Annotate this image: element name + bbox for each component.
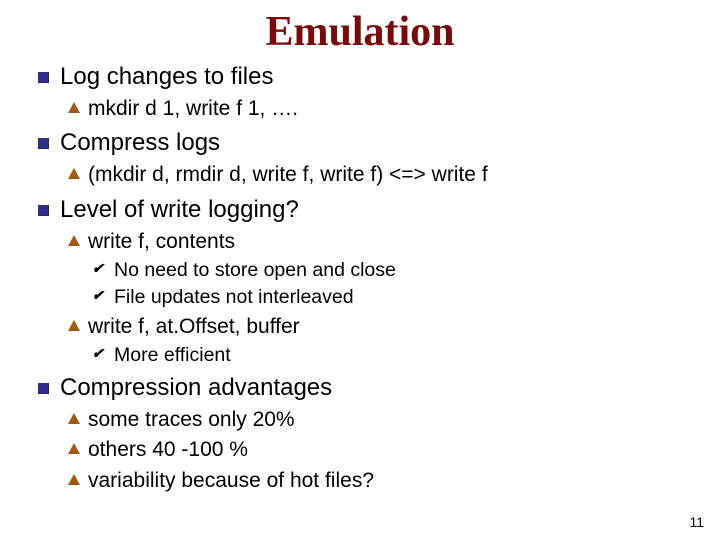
sub-sub-text: File updates not interleaved [114, 286, 354, 308]
sub-sub-list: ✔ More efficient [88, 343, 690, 367]
sub-list: some traces only 20% others 40 -100 % va… [60, 407, 690, 494]
bullet-compression-advantages: Compression advantages some traces only … [30, 373, 690, 494]
page-number: 11 [689, 514, 704, 530]
sub-text: mkdir d 1, write f 1, …. [88, 97, 298, 120]
bullet-compress-logs: Compress logs (mkdir d, rmdir d, write f… [30, 128, 690, 188]
sub-list: mkdir d 1, write f 1, …. [60, 96, 690, 122]
bullet-list: Log changes to files mkdir d 1, write f … [30, 62, 690, 494]
sub-text: variability because of hot files? [88, 469, 374, 492]
sub-bullet: mkdir d 1, write f 1, …. [60, 96, 690, 122]
sub-bullet: others 40 -100 % [60, 437, 690, 463]
chevron-icon: ✔ [92, 260, 104, 278]
bullet-log-changes: Log changes to files mkdir d 1, write f … [30, 62, 690, 122]
sub-sub-list: ✔ No need to store open and close ✔ File… [88, 258, 690, 310]
sub-sub-bullet: ✔ File updates not interleaved [88, 285, 690, 309]
chevron-icon: ✔ [92, 345, 104, 363]
sub-bullet-write-offset: write f, at.Offset, buffer ✔ More effici… [60, 314, 690, 368]
sub-bullet: some traces only 20% [60, 407, 690, 433]
sub-list: (mkdir d, rmdir d, write f, write f) <=>… [60, 162, 690, 188]
sub-sub-text: More efficient [114, 344, 231, 366]
slide: Emulation Log changes to files mkdir d 1… [0, 0, 720, 540]
sub-text: others 40 -100 % [88, 438, 248, 461]
sub-sub-text: No need to store open and close [114, 259, 396, 281]
sub-text: some traces only 20% [88, 408, 295, 431]
sub-text: write f, at.Offset, buffer [88, 315, 300, 338]
sub-bullet: variability because of hot files? [60, 468, 690, 494]
sub-bullet: (mkdir d, rmdir d, write f, write f) <=>… [60, 162, 690, 188]
sub-list: write f, contents ✔ No need to store ope… [60, 229, 690, 368]
sub-sub-bullet: ✔ No need to store open and close [88, 258, 690, 282]
sub-text: write f, contents [88, 230, 235, 253]
bullet-text: Level of write logging? [60, 196, 299, 223]
bullet-text: Log changes to files [60, 63, 273, 90]
sub-bullet-write-contents: write f, contents ✔ No need to store ope… [60, 229, 690, 310]
chevron-icon: ✔ [92, 287, 104, 305]
bullet-level-of-logging: Level of write logging? write f, content… [30, 195, 690, 368]
slide-title: Emulation [30, 8, 690, 56]
sub-sub-bullet: ✔ More efficient [88, 343, 690, 367]
sub-text: (mkdir d, rmdir d, write f, write f) <=>… [88, 163, 488, 186]
bullet-text: Compression advantages [60, 374, 332, 401]
bullet-text: Compress logs [60, 129, 220, 156]
